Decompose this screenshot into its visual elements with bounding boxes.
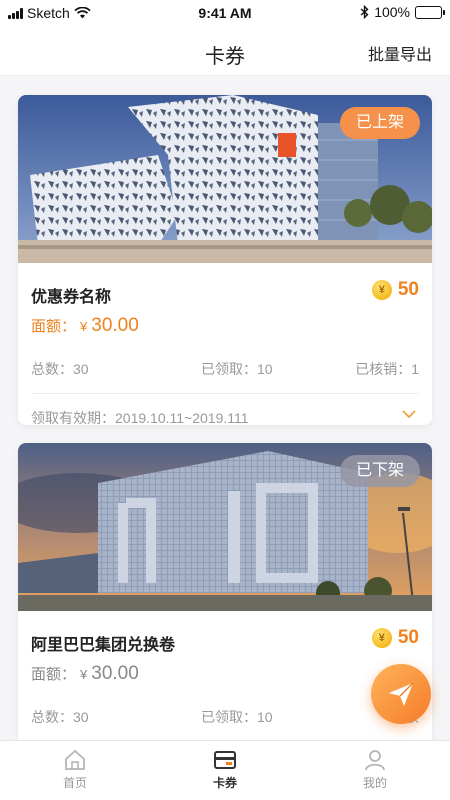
nav-bar: 卡券 批量导出 xyxy=(0,26,450,76)
stat-total: 总数：30 xyxy=(31,361,89,377)
stat-redeemed: 已核销：1 xyxy=(355,361,419,377)
paper-plane-icon xyxy=(389,682,414,706)
amount-label: 面额： xyxy=(31,318,77,335)
coupon-card-icon xyxy=(214,751,236,769)
coin-icon: ¥ xyxy=(371,628,392,648)
currency-symbol: ¥ xyxy=(80,319,88,334)
stat-received: 已领取：10 xyxy=(201,709,273,725)
amount-row: 面额： ¥ 30.00 xyxy=(31,663,419,699)
tab-profile[interactable]: 我的 xyxy=(300,741,450,800)
points-group: ¥ 50 xyxy=(371,627,419,649)
coin-icon: ¥ xyxy=(371,280,392,300)
tab-coupons[interactable]: 卡券 xyxy=(150,741,300,800)
amount-value: 30.00 xyxy=(91,315,139,336)
stat-received: 已领取：10 xyxy=(201,361,273,377)
home-icon xyxy=(65,749,85,770)
tab-home[interactable]: 首页 xyxy=(0,741,150,800)
battery-percent: 100% xyxy=(374,4,410,20)
tab-label: 首页 xyxy=(62,776,87,790)
points-value: 50 xyxy=(397,627,419,648)
send-fab-button[interactable] xyxy=(371,664,431,724)
status-badge: 已上架 xyxy=(339,107,420,139)
currency-symbol: ¥ xyxy=(80,667,88,682)
amount-label: 面额： xyxy=(31,666,77,683)
status-bar: Sketch 9:41 AM 100% xyxy=(0,0,450,26)
status-badge: 已下架 xyxy=(339,455,420,487)
points-value: 50 xyxy=(397,279,419,300)
status-right: 100% xyxy=(360,4,445,20)
stats-row: 总数：30 已领取：10 已核销：1 xyxy=(31,351,419,381)
batch-export-button[interactable]: 批量导出 xyxy=(368,41,432,65)
stats-row: 总数：30 已领取：10 已核 xyxy=(31,699,419,729)
coupon-cover-image: 已下架 xyxy=(18,443,432,611)
validity-row[interactable]: 领取有效期：2019.10.11~2019.111 xyxy=(31,394,419,425)
coupon-title: 阿里巴巴集团兑换卷 xyxy=(31,637,176,654)
tab-bar: 首页 卡券 我的 xyxy=(0,740,450,800)
tab-label: 我的 xyxy=(362,776,387,790)
amount-value: 30.00 xyxy=(91,663,139,684)
tab-label: 卡券 xyxy=(212,776,237,790)
battery-icon xyxy=(415,5,445,19)
user-icon xyxy=(365,750,385,771)
points-group: ¥ 50 xyxy=(371,279,419,301)
chevron-down-icon[interactable] xyxy=(401,406,417,422)
validity-text: 领取有效期：2019.10.11~2019.111 xyxy=(31,410,249,425)
bluetooth-icon xyxy=(360,5,369,19)
coupon-card[interactable]: 已上架 优惠券名称 ¥ 50 面额： ¥ 30.00 总数：30 已领取：10 … xyxy=(18,95,432,425)
coupon-card[interactable]: 已下架 阿里巴巴集团兑换卷 ¥ 50 面额： ¥ 30.00 总数：30 已领取… xyxy=(18,443,432,763)
stat-total: 总数：30 xyxy=(31,709,89,725)
amount-row: 面额： ¥ 30.00 xyxy=(31,315,419,351)
coupon-title: 优惠券名称 xyxy=(31,289,112,306)
coupon-cover-image: 已上架 xyxy=(18,95,432,263)
